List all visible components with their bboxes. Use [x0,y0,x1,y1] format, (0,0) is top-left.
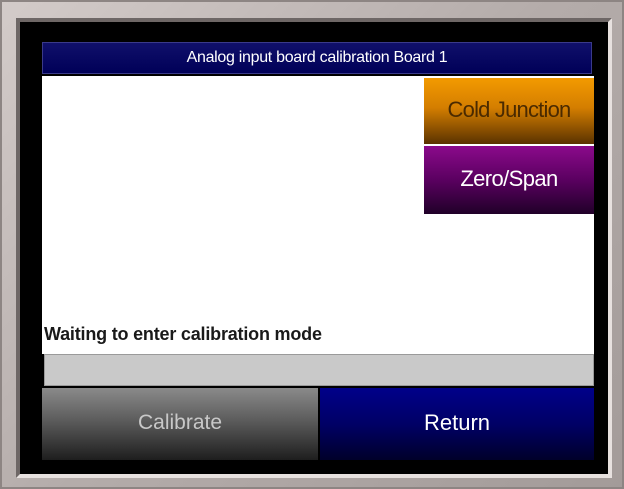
calibrate-button[interactable]: Calibrate [42,388,318,460]
status-message: Waiting to enter calibration mode [44,324,322,344]
page-title: Analog input board calibration Board 1 [42,42,592,74]
calibration-progress-bar [44,354,594,386]
cold-junction-button[interactable]: Cold Junction [424,78,594,144]
return-button[interactable]: Return [320,388,594,460]
hmi-screen: Analog input board calibration Board 1 C… [34,38,600,464]
zero-span-button[interactable]: Zero/Span [424,146,594,214]
